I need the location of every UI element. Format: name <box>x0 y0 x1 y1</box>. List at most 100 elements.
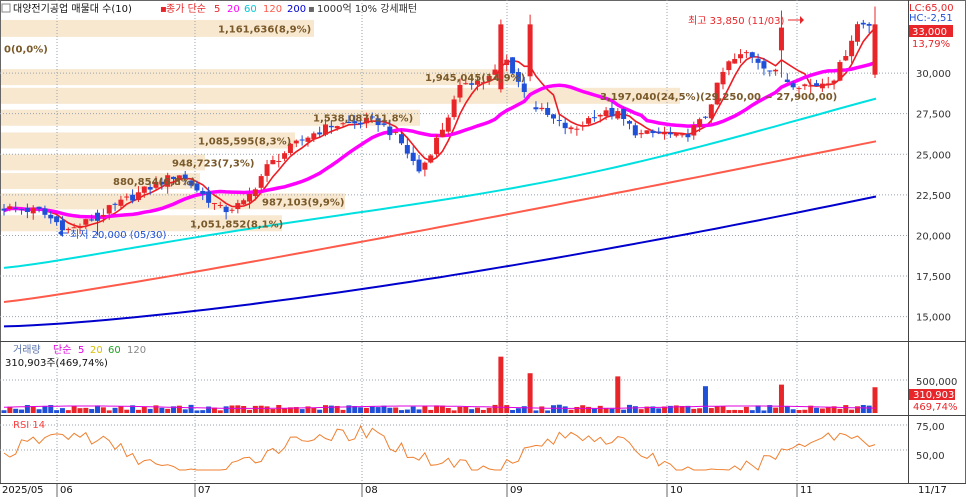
volume-bar <box>71 405 77 413</box>
volume-bar <box>393 407 399 413</box>
chart-canvas[interactable]: 30,000 27,500 25,000 22,500 20,000 17,500 15,0… <box>0 0 966 497</box>
volume-bar <box>521 406 527 413</box>
candle-body <box>83 219 89 225</box>
candle-body <box>656 131 662 133</box>
rsi-title: RSI 14 <box>13 420 45 431</box>
volume-bar <box>574 406 580 413</box>
candle-body <box>439 129 445 137</box>
volume-bar <box>632 406 638 413</box>
candle-body <box>743 52 749 54</box>
candle-body <box>217 204 223 206</box>
indicator-label: 대양전기공업 매물대 수(10) <box>13 2 132 15</box>
candle-body <box>632 125 638 136</box>
volume-bar <box>165 408 171 413</box>
candle-body <box>872 24 878 75</box>
volume-bar <box>562 406 568 413</box>
checkbox[interactable] <box>1 3 11 13</box>
volume-bar <box>515 408 521 413</box>
candle-body <box>849 40 855 57</box>
rsi-tick-50: 50,00 <box>916 451 945 462</box>
candle-body <box>451 99 457 118</box>
volume-profile-label: 1,051,852(8,1%) <box>190 219 283 230</box>
candle-body <box>100 214 106 217</box>
candle-body <box>54 216 60 223</box>
volume-bar <box>83 407 89 413</box>
volume-bar <box>498 356 504 413</box>
date-label-3: 08 <box>365 485 378 496</box>
volume-bar <box>276 405 282 413</box>
volume-bar <box>428 409 434 413</box>
volume-bar <box>118 406 124 413</box>
low-annotation: 최저 20,000 (05/30) <box>70 229 166 241</box>
candle-body <box>626 121 632 124</box>
candle-body <box>317 132 323 135</box>
price-tick-label: 17,500 <box>916 272 951 283</box>
hc-label: HC:-2,51 <box>909 13 953 24</box>
candle-body <box>749 52 755 58</box>
candle-body <box>597 114 603 117</box>
volume-bar <box>860 404 866 413</box>
candle-body <box>521 83 527 93</box>
volume-bar <box>556 404 562 413</box>
candle-body <box>784 79 790 82</box>
candle-body <box>311 133 317 140</box>
volume-bar <box>755 405 761 413</box>
date-label-4: 09 <box>510 485 523 496</box>
candle-body <box>445 117 451 132</box>
candle-body <box>732 58 738 64</box>
volume-bar <box>819 408 825 413</box>
candle-body <box>843 56 849 61</box>
volume-bar <box>621 409 627 413</box>
candle-body <box>24 207 30 213</box>
date-label-6: 11 <box>800 485 813 496</box>
candle-body <box>416 159 422 172</box>
volume-bar <box>399 410 405 413</box>
volume-bar <box>504 405 510 413</box>
candle-body <box>562 122 568 129</box>
volume-bar <box>223 406 229 413</box>
volume-bar <box>141 406 147 413</box>
volume-bar <box>778 384 784 413</box>
volume-bar <box>626 404 632 413</box>
pattern-bullet: ▪ <box>308 4 315 15</box>
candle-body <box>211 203 217 205</box>
candle-body <box>422 162 428 170</box>
candle-body <box>258 176 264 188</box>
candle-body <box>767 70 773 72</box>
candle-body <box>825 83 831 86</box>
volume-bar <box>469 409 475 413</box>
current-pct: 13,79% <box>912 39 950 50</box>
candle-body <box>276 160 282 162</box>
volume-bar <box>95 405 101 413</box>
price-tick-label: 22,500 <box>916 191 951 202</box>
candle-body <box>504 59 510 66</box>
candle-body <box>36 206 42 209</box>
volume-bar <box>784 406 790 413</box>
volume-bar <box>603 408 609 413</box>
candle-body <box>586 118 592 124</box>
volume-bar <box>30 406 36 413</box>
current-price: 33,000 <box>912 27 947 38</box>
candle-body <box>241 200 247 205</box>
volume-bar <box>872 387 878 413</box>
candle-body <box>293 140 299 144</box>
volume-ma20-label: 20 <box>90 345 103 356</box>
volume-bar <box>311 407 317 413</box>
volume-bar <box>463 406 469 413</box>
volume-bar <box>580 405 586 413</box>
volume-bar <box>749 410 755 413</box>
candle-body <box>124 196 130 198</box>
volume-bar <box>416 409 422 413</box>
volume-bar <box>217 410 223 413</box>
volume-title: 거래량 <box>13 344 41 356</box>
volume-bar <box>42 405 48 413</box>
candle-body <box>755 58 761 63</box>
volume-bar <box>323 405 329 413</box>
volume-bar <box>404 409 410 413</box>
candle-body <box>644 130 650 134</box>
candle-body <box>667 132 673 135</box>
candle-body <box>387 126 393 136</box>
price-tick-label: 30,000 <box>916 69 951 80</box>
candle-body <box>393 131 399 133</box>
volume-bar <box>89 409 95 413</box>
